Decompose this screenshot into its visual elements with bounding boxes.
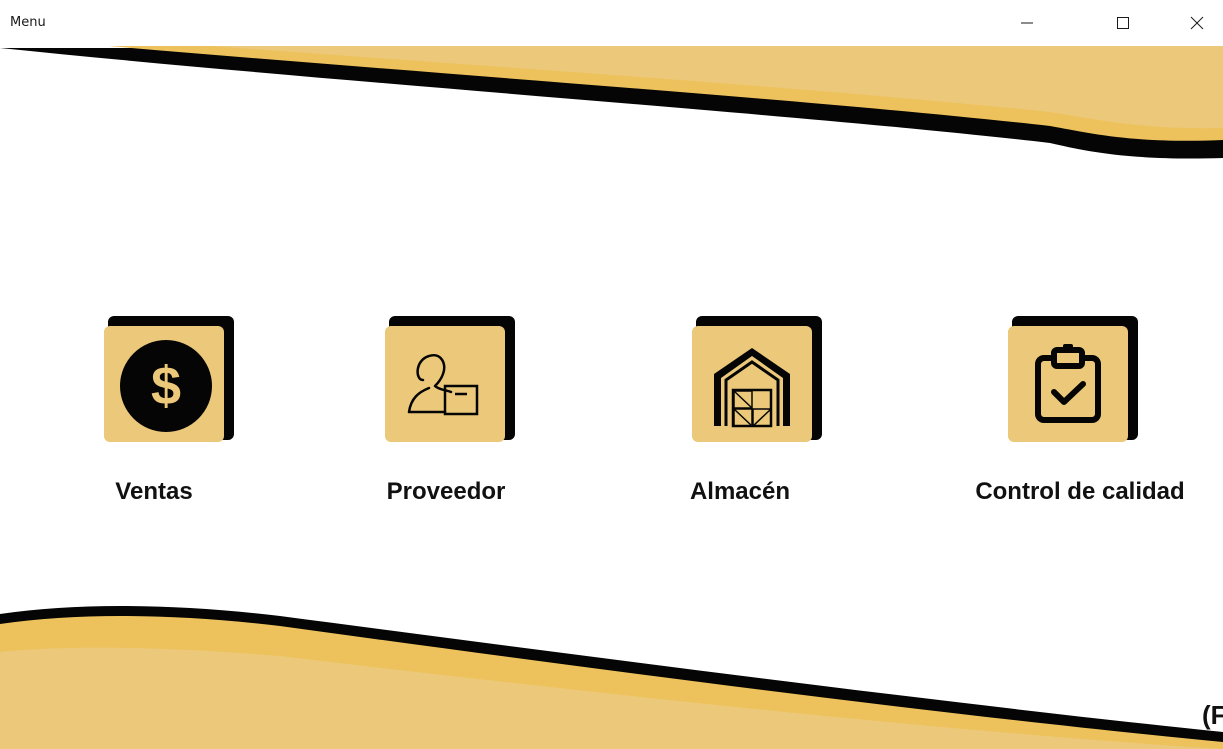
proveedor-label[interactable]: Proveedor (366, 478, 526, 506)
supplier-icon (407, 353, 479, 416)
tile-face (1008, 326, 1128, 442)
almacen-label[interactable]: Almacén (680, 478, 800, 506)
window-title: Menu (10, 15, 46, 30)
maximize-button[interactable] (1100, 0, 1146, 46)
top-wave-decoration (0, 40, 1223, 159)
minimize-icon (1021, 22, 1033, 24)
proveedor-tile-button[interactable] (385, 316, 515, 446)
ventas-label[interactable]: Ventas (104, 478, 204, 506)
clipboard-check-icon (1035, 344, 1101, 423)
minimize-button[interactable] (1004, 0, 1050, 46)
app-window: Menu $ Ventas Proveedor Almacén Control … (0, 0, 1223, 749)
corner-partial-text: (F (1202, 700, 1223, 730)
title-bar: Menu (0, 0, 1223, 46)
tile-face: $ (104, 326, 224, 442)
svg-text:$: $ (151, 356, 181, 416)
bottom-wave-decoration (0, 605, 1223, 749)
control-de-calidad-label[interactable]: Control de calidad (960, 478, 1200, 506)
dollar-icon: $ (120, 340, 212, 432)
close-button[interactable] (1174, 0, 1220, 46)
tile-face (385, 326, 505, 442)
ventas-tile-button[interactable]: $ (104, 316, 234, 446)
control-calidad-tile-button[interactable] (1008, 316, 1138, 446)
close-icon (1190, 16, 1204, 30)
maximize-icon (1117, 17, 1129, 29)
warehouse-icon (714, 348, 790, 428)
almacen-tile-button[interactable] (692, 316, 822, 446)
tile-face (692, 326, 812, 442)
